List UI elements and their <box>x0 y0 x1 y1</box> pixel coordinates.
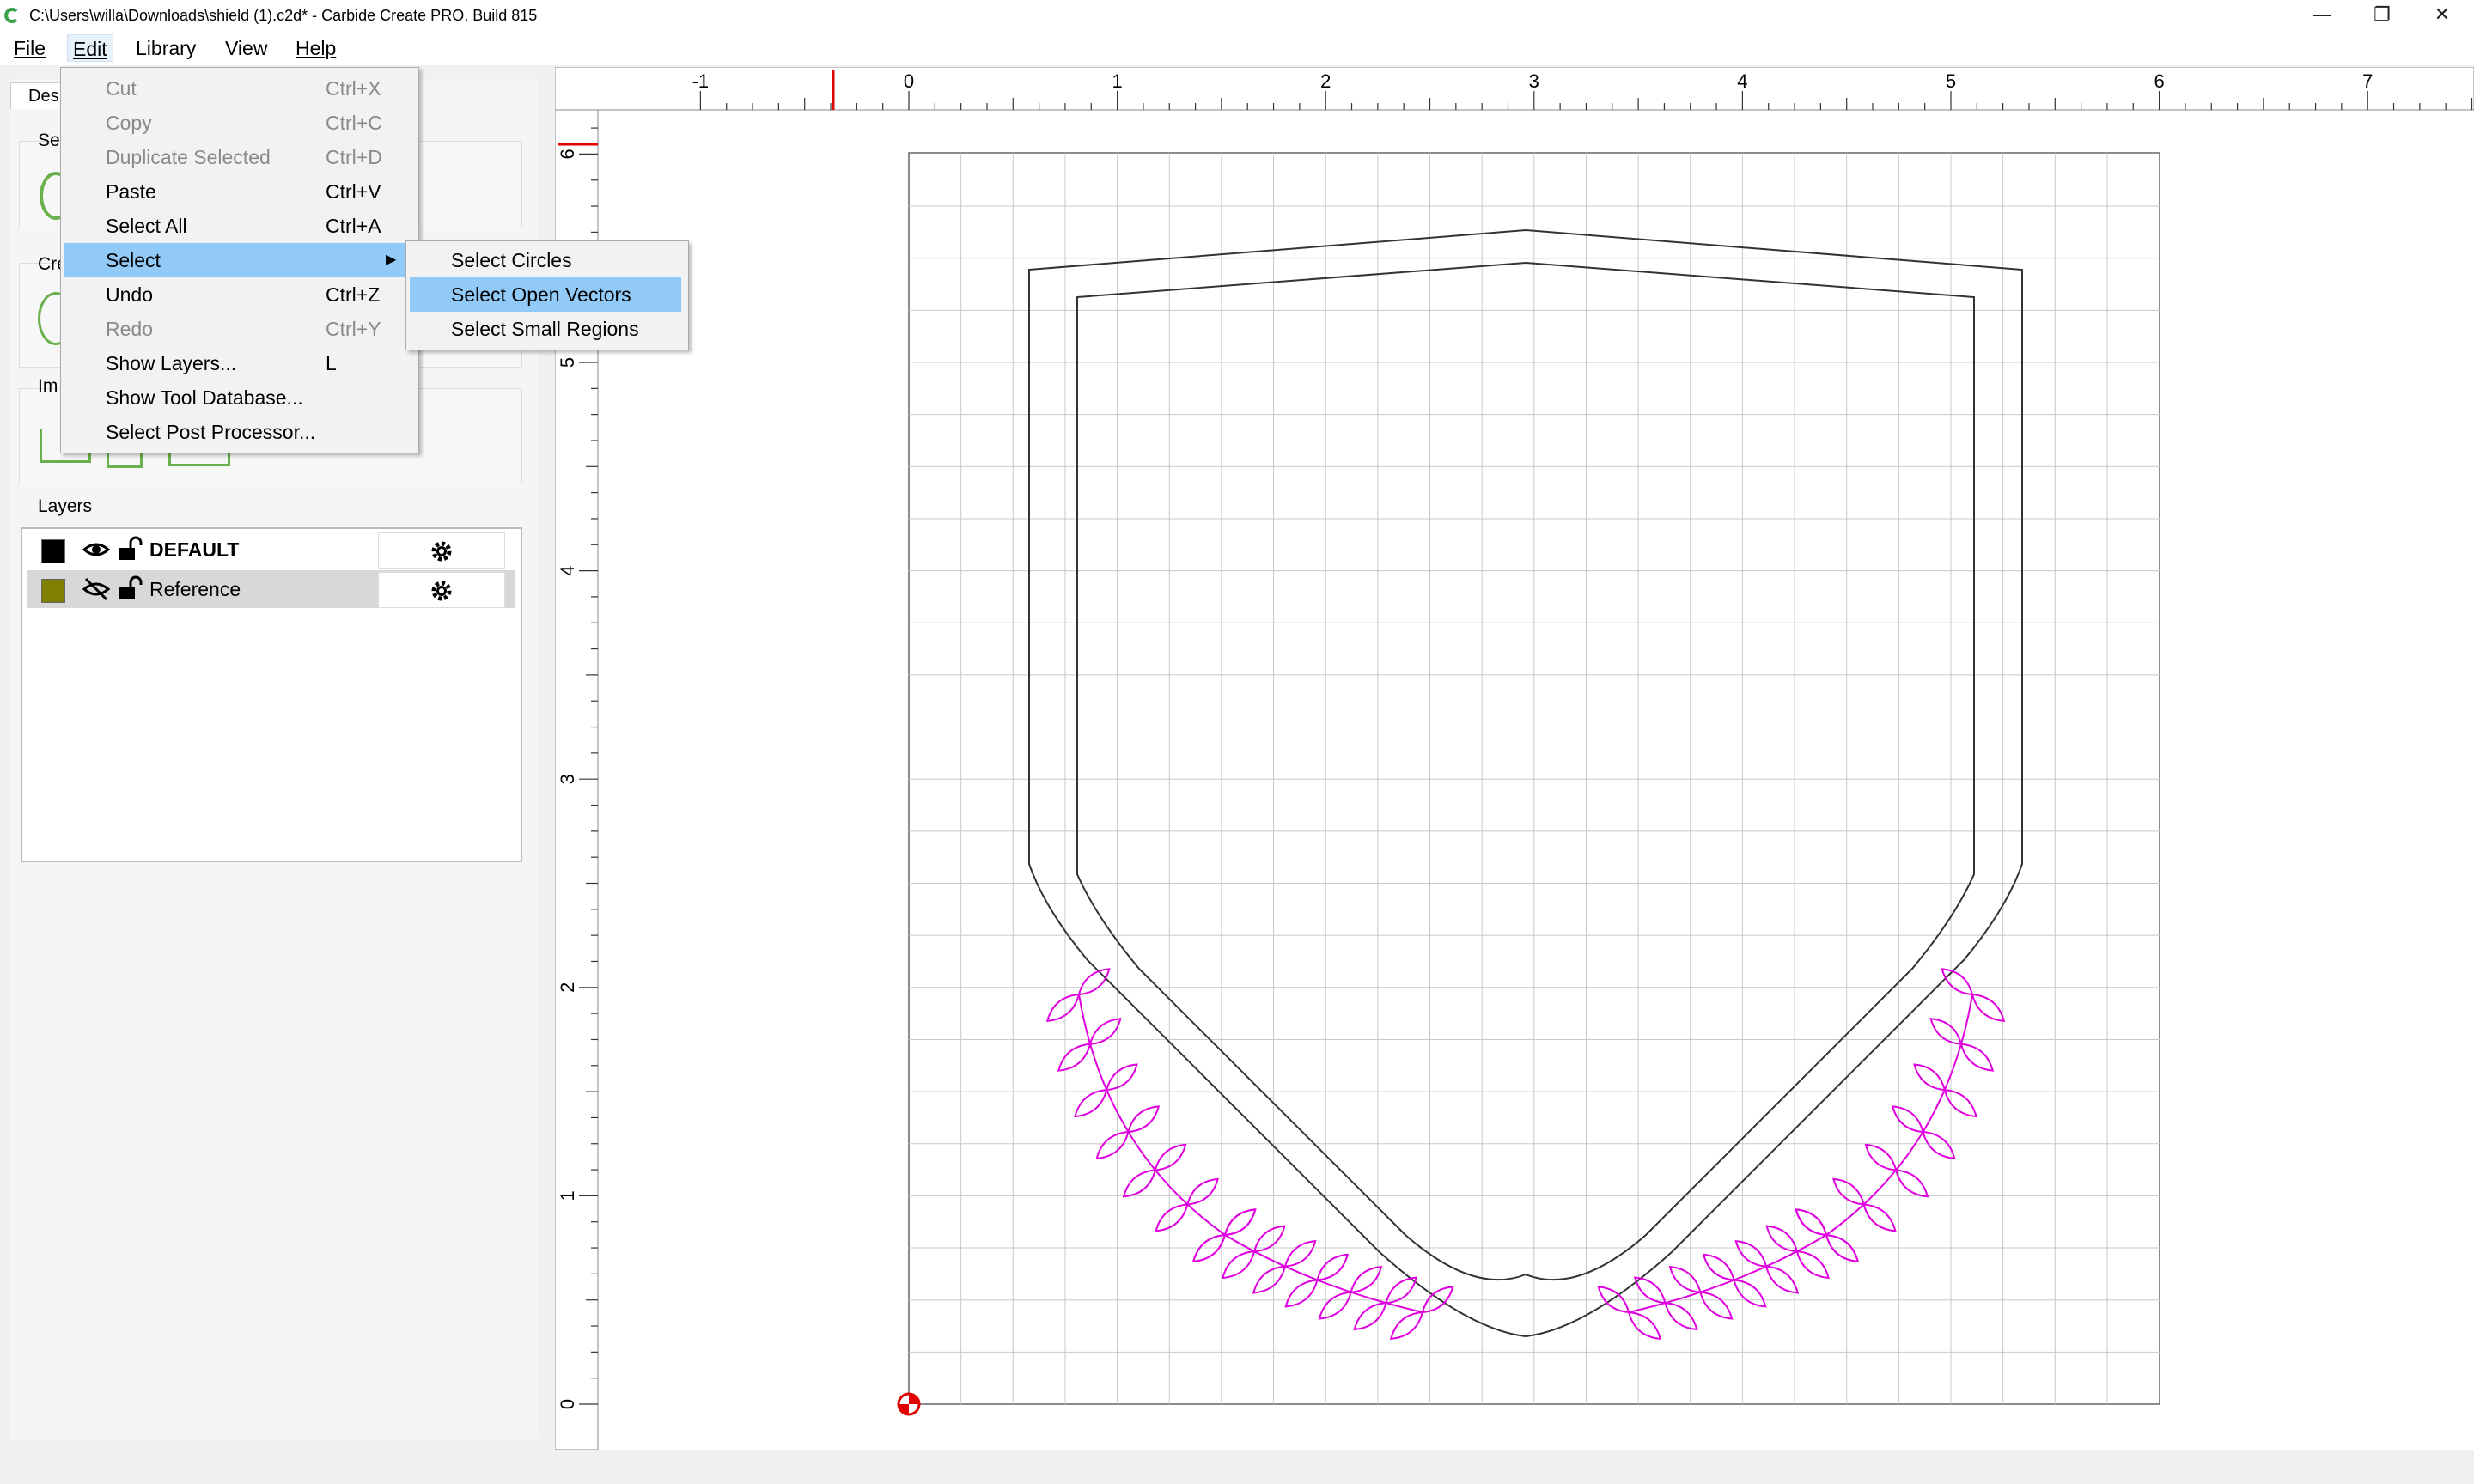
window-title: C:\Users\willa\Downloads\shield (1).c2d*… <box>29 7 538 24</box>
eye-hidden-icon[interactable] <box>82 577 110 601</box>
menu-library[interactable]: Library <box>131 34 201 62</box>
select-section-title: Se <box>38 131 60 150</box>
menu-item-shortcut: Ctrl+C <box>326 112 382 134</box>
menu-item-show-layers[interactable]: Show Layers... L <box>64 346 413 380</box>
menu-item-label: Paste <box>106 180 156 203</box>
menu-edit-label: Edit <box>73 38 107 60</box>
submenu-arrow-icon: ▶ <box>386 252 397 267</box>
menu-item-copy[interactable]: Copy Ctrl+C <box>64 106 413 140</box>
restore-button[interactable]: ❐ <box>2352 0 2412 29</box>
menu-item-label: Redo <box>106 318 153 340</box>
menu-item-show-tool-database[interactable]: Show Tool Database... <box>64 380 413 415</box>
menu-file-label: File <box>14 37 46 59</box>
menu-item-select-circles[interactable]: Select Circles <box>410 243 681 277</box>
h-ruler-label: 6 <box>2154 70 2164 92</box>
menu-item-shortcut: Ctrl+Y <box>326 318 381 340</box>
menu-item-label: Select Circles <box>451 249 572 271</box>
menu-help[interactable]: Help <box>290 34 341 62</box>
menu-item-label: Select Open Vectors <box>451 283 631 306</box>
carbide-create-app-icon <box>4 8 18 23</box>
title-bar: C:\Users\willa\Downloads\shield (1).c2d*… <box>0 0 2474 31</box>
layer-color-swatch[interactable] <box>41 539 65 563</box>
v-ruler-label: 6 <box>557 149 578 159</box>
menu-item-undo[interactable]: Undo Ctrl+Z <box>64 277 413 312</box>
menu-item-shortcut: L <box>326 352 337 374</box>
menu-item-select-open-vectors[interactable]: Select Open Vectors <box>410 277 681 312</box>
gear-icon <box>431 581 452 601</box>
h-ruler-label: 3 <box>1529 70 1539 92</box>
v-ruler-label: 4 <box>557 565 578 575</box>
menu-item-label: Cut <box>106 77 137 100</box>
menu-item-shortcut: Ctrl+V <box>326 180 381 203</box>
gear-icon <box>431 541 452 562</box>
eye-icon[interactable] <box>82 538 110 562</box>
menu-item-shortcut: Ctrl+A <box>326 215 381 237</box>
h-ruler-label: 0 <box>904 70 914 92</box>
v-ruler-label: 0 <box>557 1399 578 1409</box>
menu-item-label: Select All <box>106 215 187 237</box>
menu-item-label: Show Tool Database... <box>106 386 303 409</box>
import-section-title: Im <box>38 376 58 396</box>
menu-item-label: Select <box>106 249 161 271</box>
v-ruler-label: 1 <box>557 1190 578 1201</box>
menu-item-label: Show Layers... <box>106 352 237 374</box>
menu-item-select-all[interactable]: Select All Ctrl+A <box>64 209 413 243</box>
layers-list: DEFAULT Reference <box>21 527 522 862</box>
menu-view[interactable]: View <box>220 34 272 62</box>
menu-bar: File Edit Library View Help <box>0 31 2474 65</box>
layer-color-swatch[interactable] <box>41 579 65 603</box>
menu-item-label: Undo <box>106 283 153 306</box>
layer-name: DEFAULT <box>149 538 240 561</box>
menu-file[interactable]: File <box>9 34 51 62</box>
h-ruler-label: 4 <box>1737 70 1747 92</box>
menu-item-duplicate-selected[interactable]: Duplicate Selected Ctrl+D <box>64 140 413 174</box>
menu-item-label: Select Post Processor... <box>106 421 316 443</box>
unlock-icon[interactable] <box>117 575 143 601</box>
layer-settings-button[interactable] <box>378 572 505 608</box>
menu-item-label: Duplicate Selected <box>106 146 271 168</box>
select-submenu: Select Circles Select Open Vectors Selec… <box>405 240 689 350</box>
canvas-drawing[interactable]: -1 0 1 2 3 4 5 6 7 6 5 4 3 2 1 0 <box>555 67 2474 1450</box>
menu-item-select-small-regions[interactable]: Select Small Regions <box>410 312 681 346</box>
menu-edit[interactable]: Edit <box>67 34 113 62</box>
menu-item-label: Select Small Regions <box>451 318 639 340</box>
layer-name: Reference <box>149 578 241 600</box>
h-ruler-label: 2 <box>1320 70 1331 92</box>
menu-item-paste[interactable]: Paste Ctrl+V <box>64 174 413 209</box>
edit-menu-dropdown: Cut Ctrl+X Copy Ctrl+C Duplicate Selected C… <box>60 67 419 453</box>
menu-view-label: View <box>225 37 268 59</box>
origin-marker-icon <box>897 1392 921 1416</box>
menu-item-label: Copy <box>106 112 152 134</box>
h-ruler-label: 5 <box>1946 70 1956 92</box>
v-ruler-label: 5 <box>557 357 578 368</box>
menu-item-redo[interactable]: Redo Ctrl+Y <box>64 312 413 346</box>
menu-item-shortcut: Ctrl+D <box>326 146 382 168</box>
v-ruler-label: 3 <box>557 774 578 784</box>
h-ruler-label: 7 <box>2362 70 2373 92</box>
h-ruler-label: 1 <box>1112 70 1122 92</box>
menu-item-shortcut: Ctrl+X <box>326 77 381 100</box>
layers-title: Layers <box>38 496 93 516</box>
menu-item-select[interactable]: Select ▶ <box>64 243 408 277</box>
minimize-button[interactable]: — <box>2292 0 2352 29</box>
menu-item-cut[interactable]: Cut Ctrl+X <box>64 71 413 106</box>
layer-row-reference[interactable]: Reference <box>27 570 515 608</box>
menu-help-label: Help <box>296 37 337 59</box>
unlock-icon[interactable] <box>117 536 143 562</box>
close-window-button[interactable]: ✕ <box>2412 0 2472 29</box>
menu-library-label: Library <box>136 37 197 59</box>
v-ruler-label: 2 <box>557 982 578 993</box>
layer-row-default[interactable]: DEFAULT <box>27 531 515 569</box>
layer-settings-button[interactable] <box>378 532 505 569</box>
h-ruler-label: -1 <box>692 70 710 92</box>
menu-item-select-post-processor[interactable]: Select Post Processor... <box>64 415 413 449</box>
menu-item-shortcut: Ctrl+Z <box>326 283 381 306</box>
